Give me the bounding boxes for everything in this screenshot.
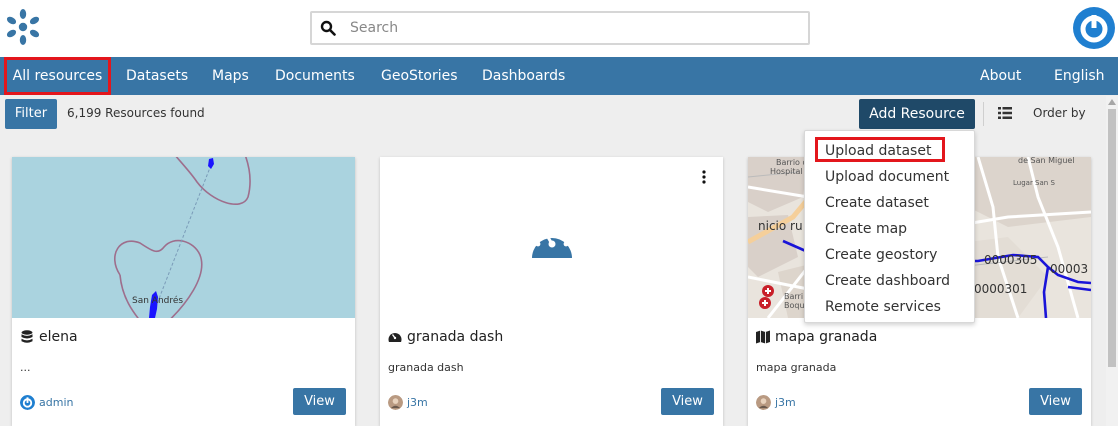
map-label: 00003: [1050, 262, 1088, 276]
dashboard-placeholder-icon: [532, 226, 572, 258]
menu-item-create-dataset[interactable]: Create dataset: [825, 192, 929, 214]
map-label: 0000301: [974, 282, 1027, 296]
menu-item-upload-document[interactable]: Upload document: [825, 166, 949, 188]
card-description: granada dash: [388, 361, 464, 374]
main-nav: All resources Datasets Maps Documents Ge…: [0, 57, 1118, 95]
database-icon: [21, 330, 33, 343]
menu-item-create-geostory[interactable]: Create geostory: [825, 244, 937, 266]
card-owner-link[interactable]: admin: [39, 396, 73, 409]
view-button[interactable]: View: [1029, 388, 1082, 415]
toolbar-divider: [983, 102, 984, 126]
map-label: Barri: [784, 292, 803, 301]
resource-count: 6,199 Resources found: [67, 106, 205, 120]
search-input[interactable]: [350, 17, 790, 39]
more-options-icon[interactable]: [699, 170, 709, 184]
nav-about[interactable]: About: [980, 57, 1021, 95]
user-avatar-icon[interactable]: [1073, 7, 1115, 49]
card-description: ...: [20, 361, 31, 374]
nav-datasets[interactable]: Datasets: [126, 57, 188, 95]
user-photo-icon: [756, 395, 771, 410]
map-label: Lugar San S: [1013, 179, 1055, 187]
card-title[interactable]: elena: [39, 328, 78, 346]
nav-dashboards[interactable]: Dashboards: [482, 57, 565, 95]
nav-documents[interactable]: Documents: [275, 57, 355, 95]
card-thumbnail-map[interactable]: San Andrés: [12, 157, 355, 318]
nav-geostories[interactable]: GeoStories: [381, 57, 458, 95]
menu-item-create-dashboard[interactable]: Create dashboard: [825, 270, 950, 292]
geonode-avatar-icon: [20, 395, 35, 410]
order-by-button[interactable]: Order by: [1033, 106, 1086, 120]
card-owner-link[interactable]: j3m: [775, 396, 796, 409]
card-thumbnail-dashboard[interactable]: [380, 157, 723, 318]
scroll-thumb[interactable]: [1108, 109, 1116, 367]
resource-card-elena[interactable]: San Andrés elena ... admin View: [12, 157, 355, 426]
map-label-san-andres: San Andrés: [132, 295, 183, 306]
map-label: de San Miguel: [1018, 157, 1075, 165]
nav-all-resources[interactable]: All resources: [4, 57, 111, 95]
menu-item-create-map[interactable]: Create map: [825, 218, 907, 240]
view-button[interactable]: View: [293, 388, 346, 415]
map-label: Barrio d: [776, 158, 808, 167]
search-icon: [320, 20, 336, 36]
add-resource-menu: Upload dataset Upload document Create da…: [804, 130, 975, 323]
card-title[interactable]: mapa granada: [775, 328, 877, 346]
search-box[interactable]: [310, 11, 810, 45]
nav-maps[interactable]: Maps: [212, 57, 249, 95]
view-button[interactable]: View: [661, 388, 714, 415]
map-label: nicio ru: [758, 219, 803, 233]
user-photo-icon: [388, 395, 403, 410]
card-owner-link[interactable]: j3m: [407, 396, 428, 409]
menu-item-remote-services[interactable]: Remote services: [825, 296, 941, 318]
map-icon: [756, 330, 770, 344]
geonode-logo-icon[interactable]: [4, 6, 42, 48]
add-resource-button[interactable]: Add Resource: [859, 99, 975, 129]
map-label: 0000305: [984, 253, 1037, 267]
dashboard-icon: [388, 333, 402, 342]
filter-button[interactable]: Filter: [5, 99, 57, 129]
map-label: Boqu: [784, 301, 805, 310]
menu-item-upload-dataset[interactable]: Upload dataset: [825, 140, 931, 162]
scroll-up-arrow[interactable]: [1108, 99, 1116, 105]
resource-card-granada-dash[interactable]: granada dash granada dash j3m View: [380, 157, 723, 426]
top-header: [0, 0, 1118, 57]
list-view-icon[interactable]: [998, 107, 1012, 119]
nav-language[interactable]: English: [1054, 57, 1105, 95]
card-description: mapa granada: [756, 361, 837, 374]
card-title[interactable]: granada dash: [407, 328, 503, 346]
